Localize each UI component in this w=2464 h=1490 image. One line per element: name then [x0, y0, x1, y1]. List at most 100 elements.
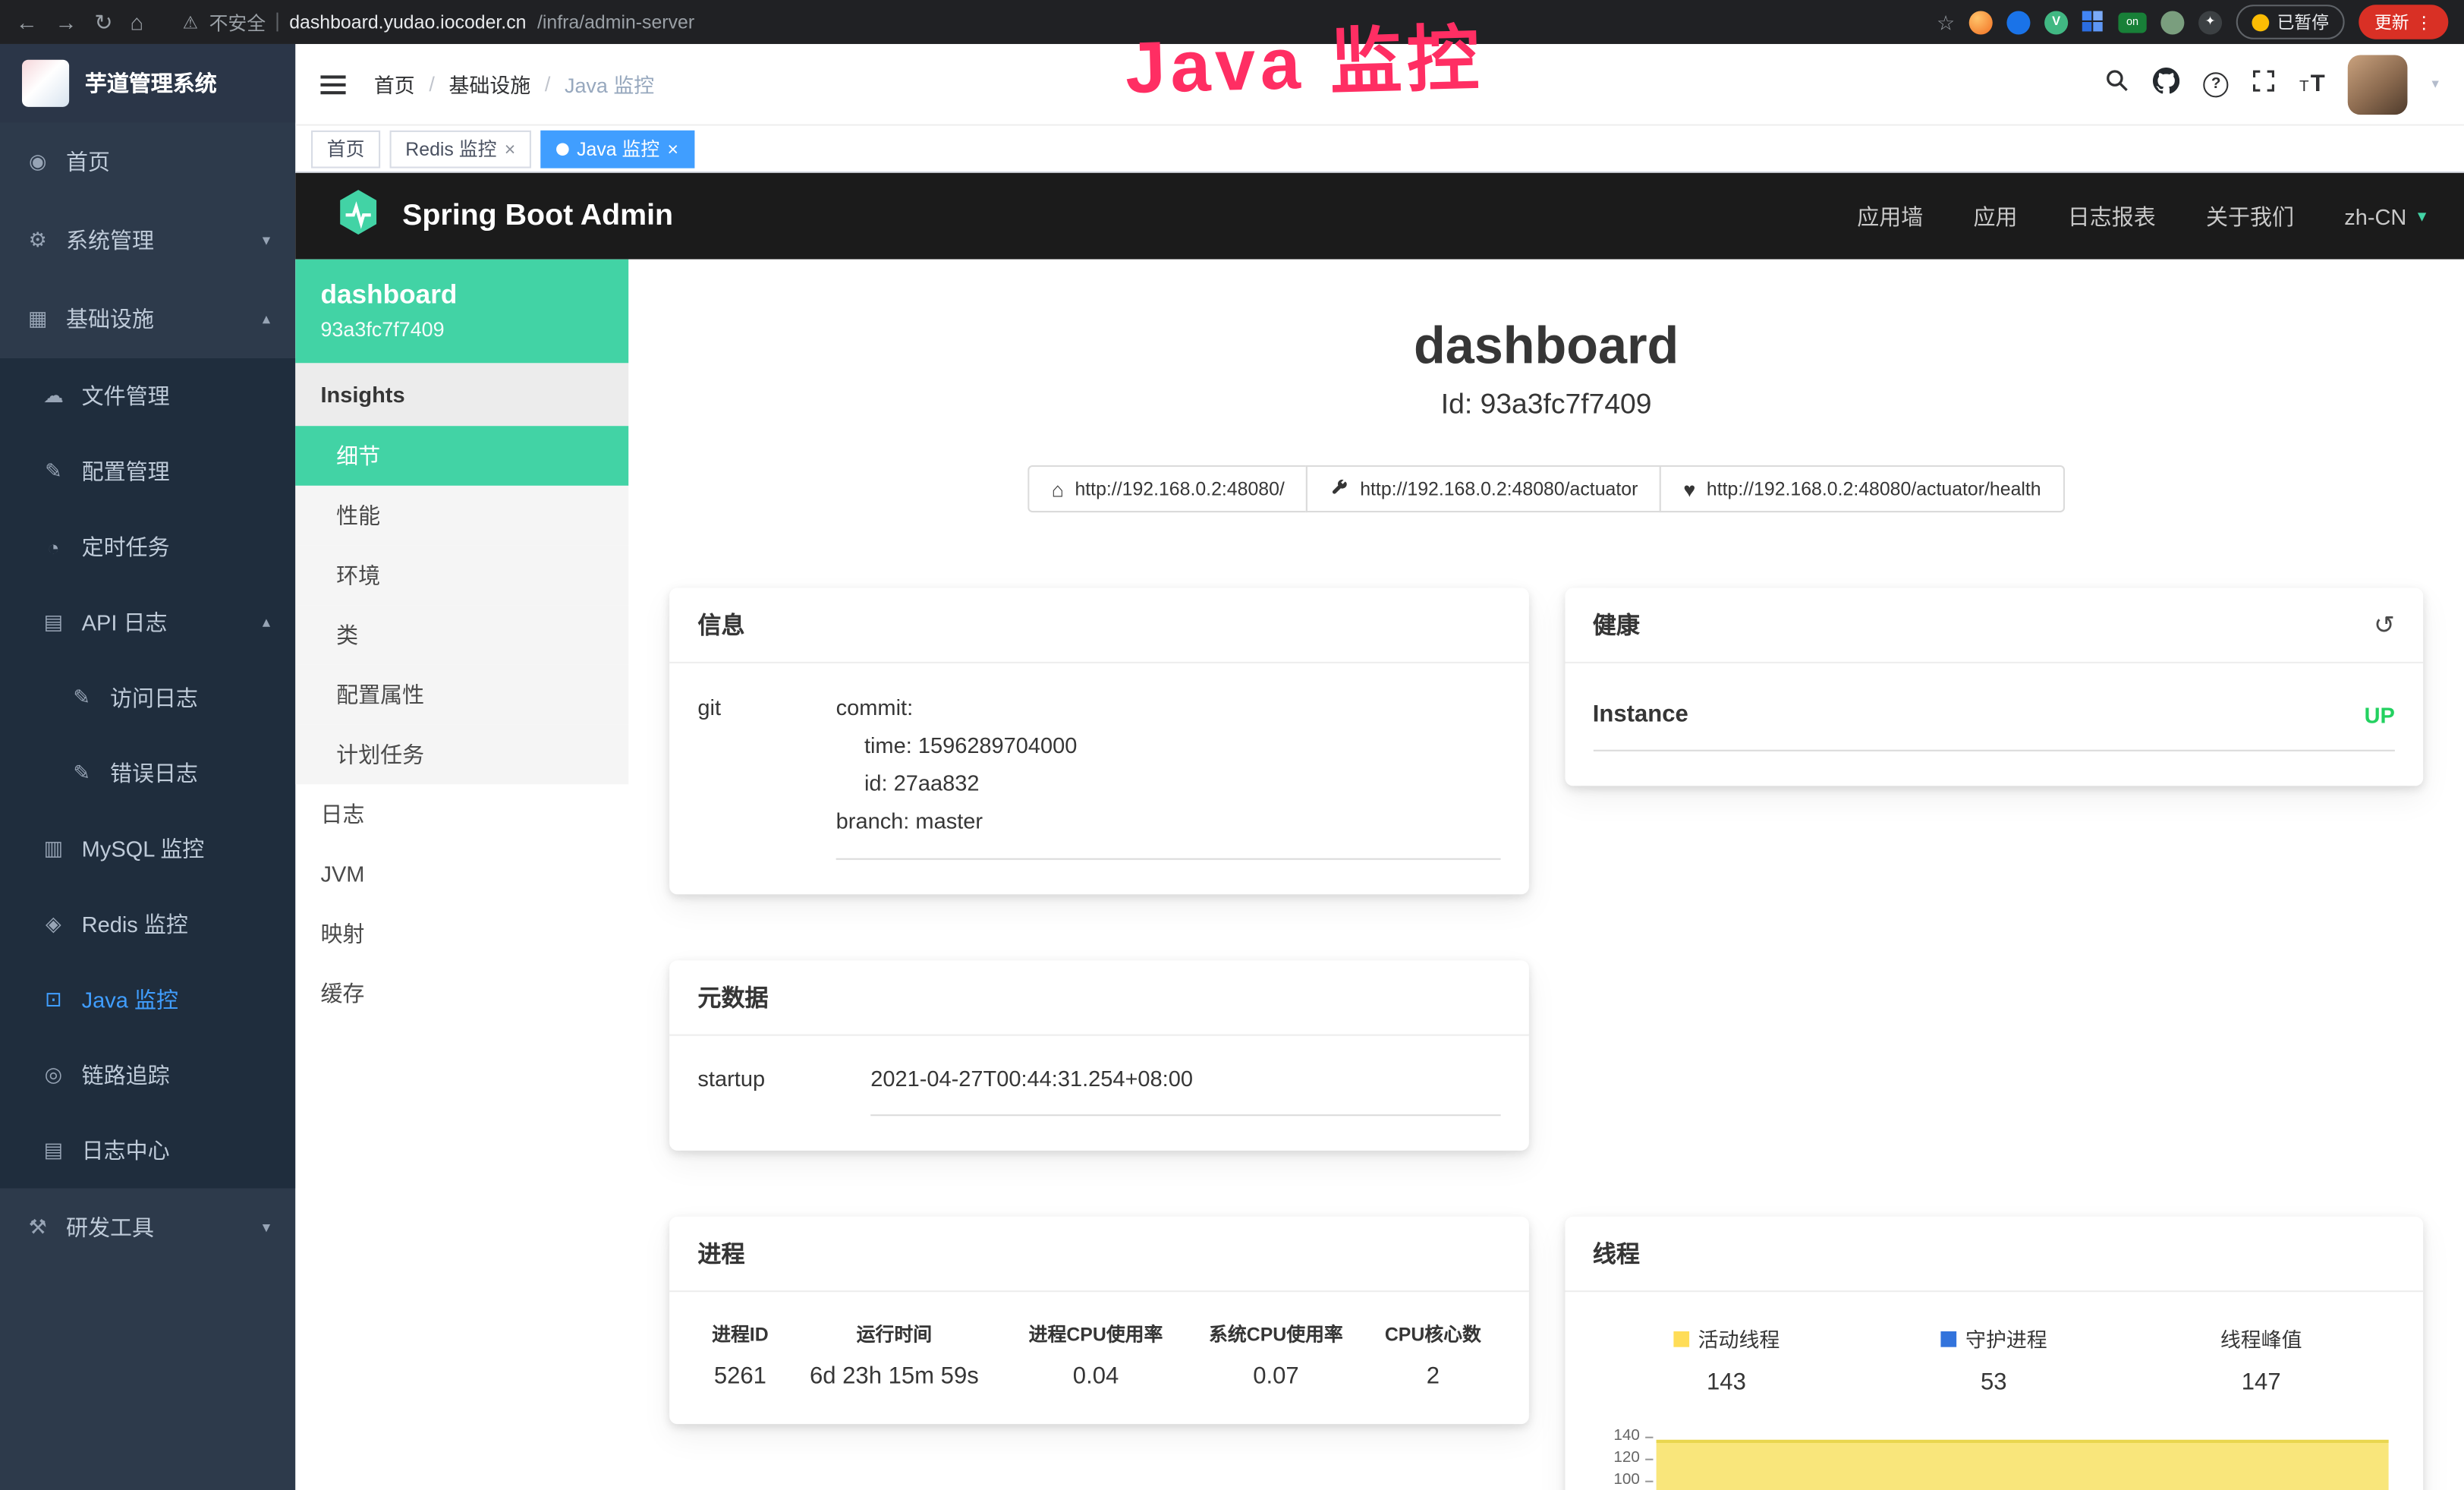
- side-item-config-props[interactable]: 配置属性: [295, 665, 628, 725]
- metadata-key: startup: [697, 1061, 870, 1116]
- vue-devtools-icon[interactable]: V: [2044, 10, 2068, 33]
- extension-drop-icon[interactable]: [2006, 10, 2030, 33]
- actuator-url-link[interactable]: http://192.168.0.2:48080/actuator: [1307, 465, 1662, 512]
- health-instance-label: Instance: [1593, 701, 1688, 728]
- wrench-icon: [1330, 478, 1349, 500]
- access-log-icon: ✎: [69, 685, 94, 710]
- tab-redis-monitor[interactable]: Redis 监控 ×: [390, 130, 531, 168]
- sidebar-item-file-management[interactable]: ☁ 文件管理: [0, 358, 295, 433]
- extension-leaf-icon[interactable]: [2160, 10, 2184, 33]
- instance-id: 93a3fc7f7409: [320, 317, 603, 341]
- sidebar-item-label: Java 监控: [82, 984, 178, 1015]
- reload-icon[interactable]: ↻: [94, 11, 112, 33]
- sidebar-item-access-logs[interactable]: ✎ 访问日志: [0, 660, 295, 736]
- fullscreen-icon[interactable]: [2252, 68, 2276, 99]
- paused-badge[interactable]: 已暂停: [2236, 5, 2345, 39]
- breadcrumb: 首页 / 基础设施 / Java 监控: [374, 69, 654, 99]
- sba-brand[interactable]: Spring Boot Admin: [402, 199, 673, 234]
- java-monitor-icon: ⊡: [41, 987, 66, 1012]
- avatar-caret-icon[interactable]: ▾: [2431, 75, 2438, 93]
- tab-home[interactable]: 首页: [311, 130, 380, 168]
- sidebar-item-trace[interactable]: ◎ 链路追踪: [0, 1038, 295, 1113]
- git-time-line: time: 1596289704000: [836, 726, 1500, 764]
- service-url-link[interactable]: ⌂ http://192.168.0.2:48080/: [1028, 465, 1308, 512]
- sidebar-item-label: 错误日志: [110, 758, 198, 789]
- sba-nav-about[interactable]: 关于我们: [2206, 200, 2294, 232]
- side-item-details[interactable]: 细节: [295, 426, 628, 486]
- history-icon[interactable]: ↺: [2374, 609, 2395, 640]
- extension-icon[interactable]: [1969, 10, 1993, 33]
- instance-header[interactable]: dashboard 93a3fc7f7409: [295, 260, 628, 364]
- close-icon[interactable]: ×: [505, 139, 516, 158]
- chevron-up-icon: ▴: [263, 310, 270, 328]
- home-icon[interactable]: ⌂: [130, 11, 143, 33]
- git-info-row: git commit: time: 1596289704000 id: 27aa…: [697, 688, 1499, 860]
- sidebar-item-home[interactable]: ◉ 首页: [0, 123, 295, 202]
- github-icon[interactable]: [2153, 67, 2179, 102]
- metadata-card-title: 元数据: [697, 981, 768, 1013]
- side-item-mappings[interactable]: 映射: [295, 904, 628, 964]
- extension-on-icon[interactable]: on: [2118, 12, 2146, 33]
- app-title: 芋道管理系统: [85, 68, 217, 99]
- extension-grid-icon[interactable]: [2082, 11, 2104, 33]
- sidebar-item-mysql-monitor[interactable]: ▥ MySQL 监控: [0, 811, 295, 887]
- sidebar-item-java-monitor[interactable]: ⊡ Java 监控: [0, 962, 295, 1037]
- chrome-update-button[interactable]: 更新 ⋮: [2359, 5, 2448, 39]
- side-item-logs[interactable]: 日志: [295, 784, 628, 844]
- tag-view-bar: 首页 Redis 监控 × Java 监控 ×: [295, 126, 2464, 173]
- breadcrumb-item[interactable]: 基础设施: [449, 69, 531, 99]
- sidebar-item-system[interactable]: ⚙ 系统管理 ▾: [0, 201, 295, 280]
- sidebar-item-api-logs[interactable]: ▤ API 日志 ▴: [0, 584, 295, 660]
- insights-group-label[interactable]: Insights: [295, 363, 628, 426]
- tab-java-monitor[interactable]: Java 监控 ×: [540, 130, 694, 168]
- sba-nav-journal[interactable]: 日志报表: [2068, 200, 2156, 232]
- help-icon[interactable]: ?: [2204, 71, 2229, 96]
- sidebar-item-scheduled-tasks[interactable]: ◔ 定时任务: [0, 509, 295, 584]
- error-log-icon: ✎: [69, 761, 94, 786]
- side-item-scheduled-tasks[interactable]: 计划任务: [295, 725, 628, 785]
- health-url-link[interactable]: ♥ http://192.168.0.2:48080/actuator/heal…: [1660, 465, 2064, 512]
- bookmark-star-icon[interactable]: ☆: [1937, 12, 1955, 33]
- extension-puzzle-icon[interactable]: ✦: [2198, 10, 2222, 33]
- home-icon: ⌂: [1052, 479, 1064, 499]
- heart-icon: ♥: [1683, 479, 1695, 499]
- search-icon[interactable]: [2104, 68, 2129, 100]
- security-warning-label: 不安全: [209, 8, 266, 35]
- forward-icon[interactable]: →: [55, 11, 77, 33]
- sidebar-item-config-management[interactable]: ✎ 配置管理: [0, 434, 295, 509]
- sidebar-item-label: 访问日志: [110, 682, 198, 713]
- app-logo[interactable]: 芋道管理系统: [0, 44, 295, 123]
- browser-nav: ← → ↻ ⌂ ⚠ 不安全 dashboard.yudao.iocoder.cn…: [16, 8, 1937, 35]
- address-bar[interactable]: ⚠ 不安全 dashboard.yudao.iocoder.cn/infra/a…: [183, 8, 694, 35]
- sidebar-item-redis-monitor[interactable]: ◈ Redis 监控: [0, 887, 295, 962]
- live-threads-area: [1656, 1440, 2389, 1490]
- breadcrumb-item[interactable]: 首页: [374, 69, 415, 99]
- sidebar-item-infrastructure[interactable]: ▦ 基础设施 ▴: [0, 280, 295, 359]
- side-item-environment[interactable]: 环境: [295, 546, 628, 606]
- font-size-icon[interactable]: TT: [2299, 72, 2325, 96]
- locale-select[interactable]: zh-CN ▾: [2344, 203, 2426, 228]
- breadcrumb-separator: /: [429, 72, 435, 96]
- side-item-jvm[interactable]: JVM: [295, 844, 628, 904]
- sidebar-item-label: 系统管理: [66, 225, 154, 256]
- info-card-title: 信息: [697, 608, 744, 641]
- sidebar-item-log-center[interactable]: ▤ 日志中心: [0, 1113, 295, 1188]
- sba-nav-applications-wall[interactable]: 应用墙: [1857, 200, 1923, 232]
- redis-icon: ◈: [41, 912, 66, 937]
- process-value: 0.07: [1186, 1362, 1366, 1389]
- close-icon[interactable]: ×: [668, 139, 679, 158]
- side-item-caches[interactable]: 缓存: [295, 963, 628, 1023]
- user-avatar[interactable]: [2349, 54, 2409, 114]
- paused-badge-label: 已暂停: [2277, 9, 2329, 34]
- sba-nav-applications[interactable]: 应用: [1974, 200, 2018, 232]
- legend-value: 143: [1593, 1369, 1860, 1396]
- back-icon[interactable]: ←: [16, 11, 38, 33]
- y-axis-tick: [1644, 1459, 1652, 1460]
- side-item-classes[interactable]: 类: [295, 605, 628, 665]
- side-item-metrics[interactable]: 性能: [295, 486, 628, 546]
- sidebar-item-error-logs[interactable]: ✎ 错误日志: [0, 736, 295, 811]
- threads-legend: 活动线程 143 守护进程: [1593, 1317, 2395, 1396]
- y-axis-tick: [1644, 1481, 1652, 1482]
- sidebar-toggle-icon[interactable]: [320, 83, 345, 86]
- sidebar-item-devtools[interactable]: ⚒ 研发工具 ▾: [0, 1189, 295, 1268]
